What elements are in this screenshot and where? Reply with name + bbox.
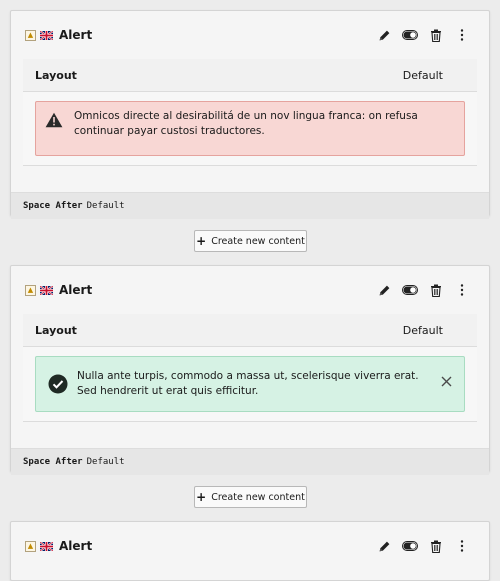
footer-value: Default	[86, 457, 125, 467]
trash-icon	[431, 284, 441, 297]
delete-button[interactable]	[423, 536, 449, 556]
trash-icon	[431, 540, 441, 553]
footer-label: Space After	[23, 201, 83, 211]
more-options-button[interactable]	[449, 25, 475, 45]
plus-icon: +	[196, 234, 207, 248]
warning-triangle-icon	[45, 112, 63, 128]
card-header: ▲ Alert	[11, 266, 489, 314]
toggle-icon	[402, 30, 418, 40]
layout-value: Default	[402, 68, 443, 82]
alert-text: Nulla ante turpis, commodo a massa ut, s…	[77, 370, 419, 397]
uk-flag-icon	[40, 285, 53, 295]
layout-label: Layout	[35, 323, 77, 337]
card-title: Alert	[59, 28, 93, 42]
layout-value: Default	[402, 323, 443, 337]
more-vertical-icon	[460, 284, 464, 296]
edit-button[interactable]	[371, 280, 397, 300]
check-circle-icon	[48, 374, 68, 394]
toggle-icon	[402, 285, 418, 295]
uk-flag-icon	[40, 30, 53, 40]
toggle-visibility-button[interactable]	[397, 536, 423, 556]
content-type-icon[interactable]: ▲	[25, 284, 36, 296]
content-element-card: ▲ Alert	[10, 521, 490, 581]
create-new-content-button[interactable]: + Create new content	[194, 230, 307, 252]
card-footer: Space After Default	[11, 448, 489, 475]
toggle-icon	[402, 541, 418, 551]
layout-row: Layout Default	[23, 314, 477, 347]
card-footer: Space After Default	[11, 192, 489, 219]
edit-button[interactable]	[371, 25, 397, 45]
more-vertical-icon	[460, 29, 464, 41]
close-alert-button[interactable]	[441, 376, 452, 392]
plus-icon: +	[196, 490, 207, 504]
content-type-icon[interactable]: ▲	[25, 29, 36, 41]
layout-label: Layout	[35, 68, 77, 82]
card-title: Alert	[59, 539, 93, 553]
layout-row: Layout Default	[23, 59, 477, 92]
pencil-icon	[379, 285, 389, 295]
pencil-icon	[379, 541, 389, 551]
alert-text: Omnicos directe al desirabilitá de un no…	[74, 110, 418, 137]
pencil-icon	[379, 30, 389, 40]
toggle-visibility-button[interactable]	[397, 280, 423, 300]
card-actions	[371, 25, 475, 45]
delete-button[interactable]	[423, 25, 449, 45]
card-preview: Layout Default Nulla ante turpis, commod…	[23, 314, 477, 422]
footer-label: Space After	[23, 457, 83, 467]
footer-value: Default	[86, 201, 125, 211]
content-type-icon[interactable]: ▲	[25, 540, 36, 552]
content-element-card: ▲ Alert Layout Default	[10, 265, 490, 475]
toggle-visibility-button[interactable]	[397, 25, 423, 45]
card-actions	[371, 280, 475, 300]
card-header: ▲ Alert	[11, 522, 489, 570]
trash-icon	[431, 29, 441, 42]
card-actions	[371, 536, 475, 556]
uk-flag-icon	[40, 541, 53, 551]
alert-danger: Omnicos directe al desirabilitá de un no…	[35, 101, 465, 156]
card-preview: Layout Default Omnicos directe al desira…	[23, 59, 477, 166]
close-icon	[441, 376, 452, 387]
content-element-card: ▲ Alert Layout Default	[10, 10, 490, 219]
more-options-button[interactable]	[449, 280, 475, 300]
create-button-label: Create new content	[211, 491, 305, 503]
alert-wrap: Nulla ante turpis, commodo a massa ut, s…	[23, 347, 477, 422]
more-vertical-icon	[460, 540, 464, 552]
more-options-button[interactable]	[449, 536, 475, 556]
alert-success: Nulla ante turpis, commodo a massa ut, s…	[35, 356, 465, 412]
edit-button[interactable]	[371, 536, 397, 556]
alert-wrap: Omnicos directe al desirabilitá de un no…	[23, 92, 477, 166]
create-new-content-button[interactable]: + Create new content	[194, 486, 307, 508]
delete-button[interactable]	[423, 280, 449, 300]
card-title: Alert	[59, 283, 93, 297]
create-button-label: Create new content	[211, 235, 305, 247]
card-header: ▲ Alert	[11, 11, 489, 59]
